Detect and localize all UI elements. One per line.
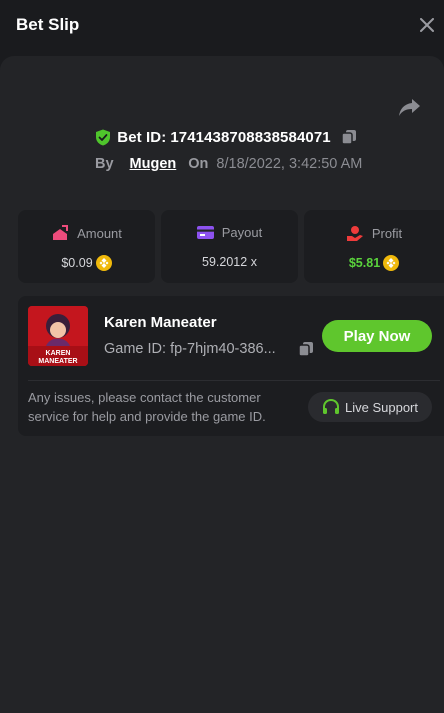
amount-label: Amount [77,225,122,241]
bet-date: 8/18/2022, 3:42:50 AM [216,156,363,172]
bettor-username-link[interactable]: Mugen [130,156,177,172]
amount-value: $0.09 [61,256,93,270]
bettor-info-row: By Mugen On 8/18/2022, 3:42:50 AM [95,154,362,174]
copy-bet-id-icon[interactable] [340,129,357,145]
profit-value: $5.81 [348,256,381,270]
on-label: On [188,156,209,172]
bet-id-row: Bet ID: 1741438708838584071 [0,127,444,147]
bet-stats: Amount $0.09 Payout 59.2012 x Profit $5.… [18,210,444,283]
game-thumbnail-art: KAREN MANEATER [28,306,88,366]
bet-slip-header: Bet Slip [0,0,444,52]
profit-card: Profit $5.81 [304,210,444,283]
payout-value: 59.2012 x [202,255,257,269]
copy-game-id-icon[interactable] [298,341,314,357]
live-support-label: Live Support [345,399,418,415]
svg-text:KAREN: KAREN [46,350,71,357]
bet-id-label: Bet ID: [117,128,167,146]
live-support-button[interactable]: Live Support [308,392,432,422]
verified-shield-icon [96,129,111,145]
hand-coin-icon [346,226,363,241]
header-title: Bet Slip [16,15,80,34]
wallet-arrow-icon [53,225,69,240]
coin-icon [95,255,112,271]
divider [28,380,440,381]
close-icon [420,18,434,32]
card-icon [196,226,214,239]
game-id-text: Game ID: fp-7hjm40-386... [104,341,276,357]
svg-text:MANEATER: MANEATER [38,358,77,365]
game-name[interactable]: Karen Maneater [104,314,217,331]
close-button[interactable] [414,12,440,38]
bet-id-value: 1741438708838584071 [170,128,331,146]
by-label: By [95,156,114,172]
payout-label: Payout [221,225,263,240]
amount-card: Amount $0.09 [18,210,155,283]
headset-icon [323,398,339,414]
coin-icon [383,255,400,271]
payout-card: Payout 59.2012 x [161,210,298,283]
support-notice: Any issues, please contact the customer … [28,390,266,424]
game-card: KAREN MANEATER Karen Maneater Game ID: f… [18,296,444,436]
game-id-row: Game ID: fp-7hjm40-386... [104,341,314,357]
share-button[interactable] [398,97,422,119]
profit-label: Profit [371,225,403,241]
play-now-button[interactable]: Play Now [322,320,432,352]
share-icon [399,99,420,116]
game-thumbnail[interactable]: KAREN MANEATER [28,306,88,366]
